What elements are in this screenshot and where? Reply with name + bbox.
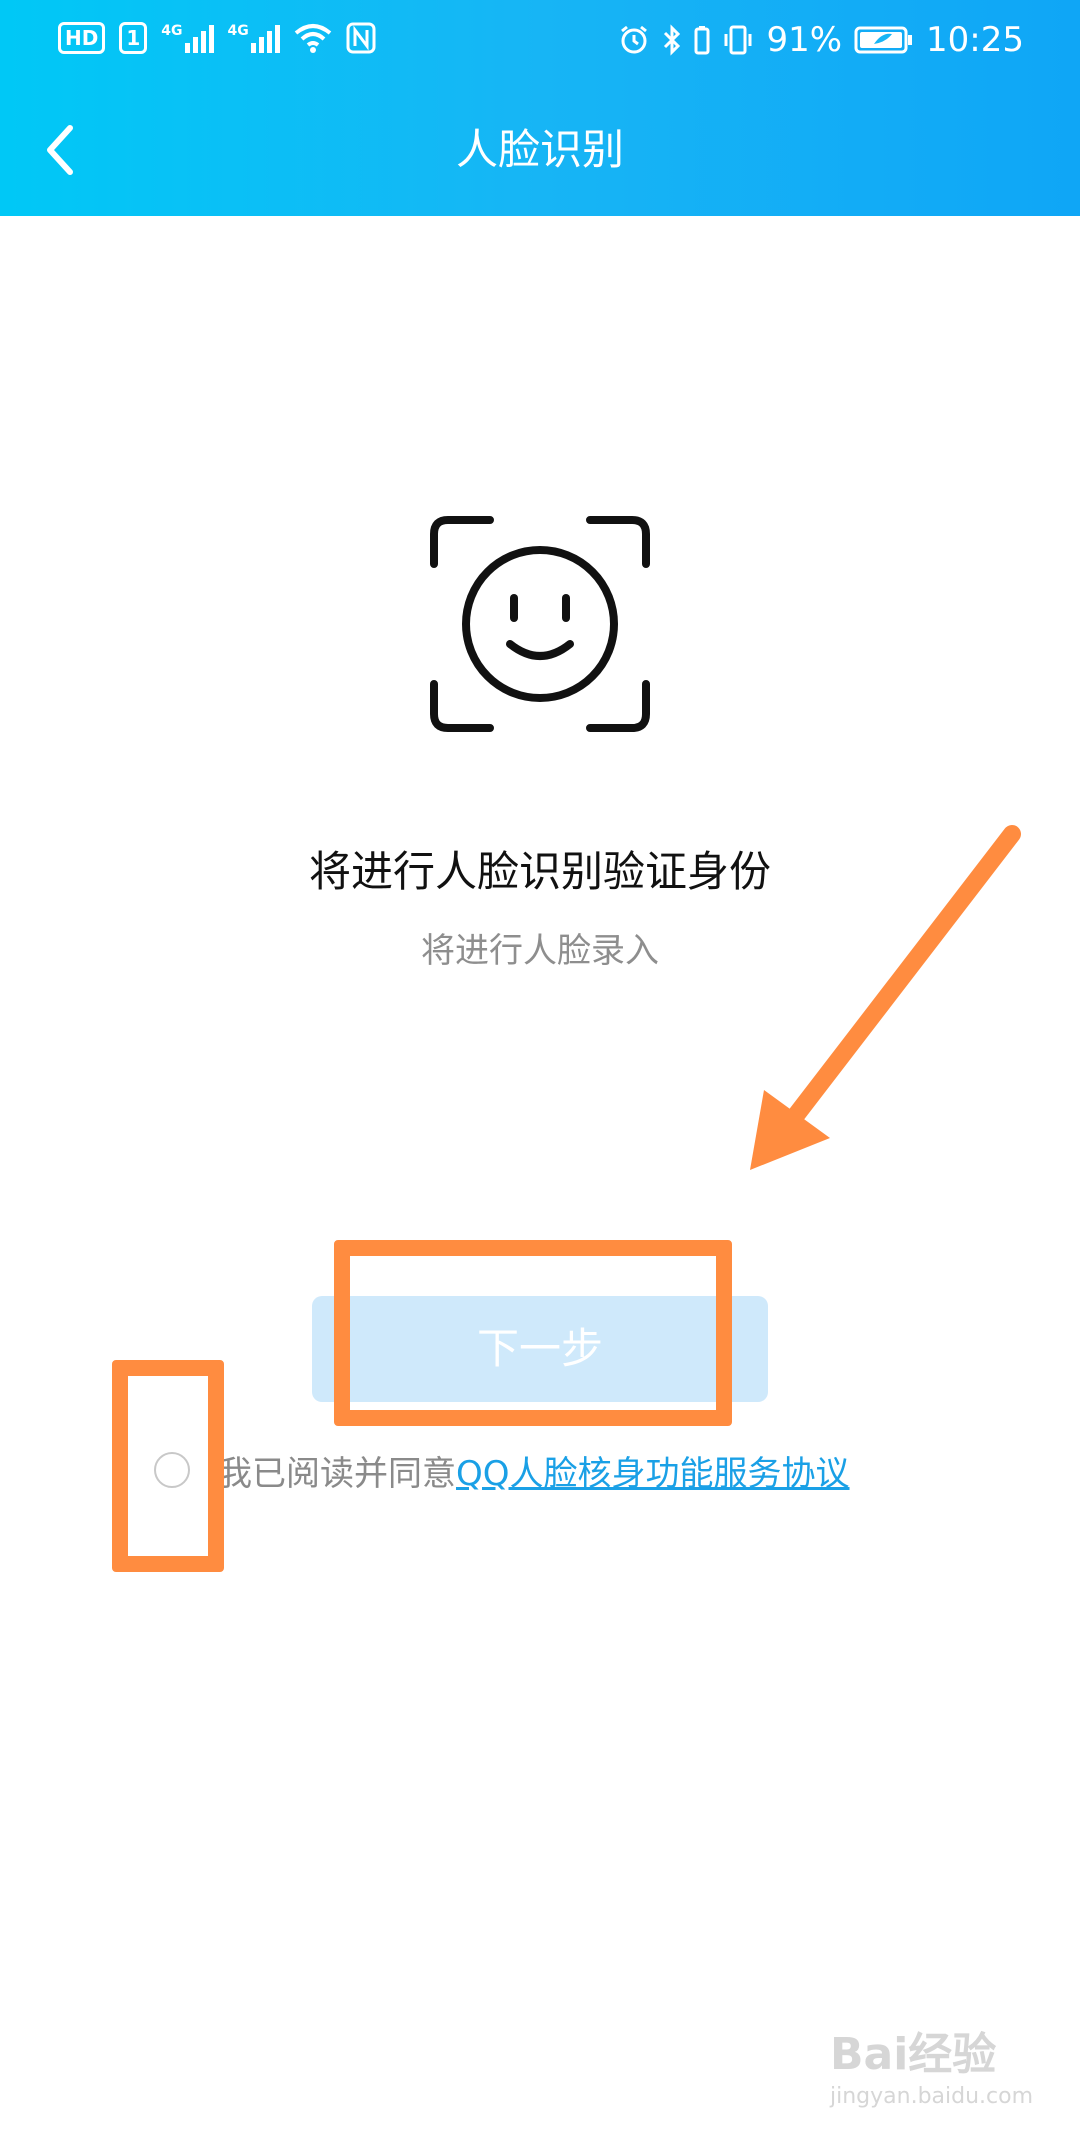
watermark-brand: Bai经验: [830, 2029, 997, 2080]
bluetooth-icon: [664, 24, 681, 56]
nfc-icon: [346, 22, 376, 54]
sim-icon: 1: [119, 22, 148, 54]
app-header: HD 1 4G 4G 91% 10:25 人脸识别: [0, 0, 1080, 216]
watermark: Bai经验 jingyan.baidu.com: [830, 2018, 1060, 2118]
annotation-arrow-icon: [750, 825, 1021, 1170]
battery-percent: 91%: [766, 20, 843, 60]
clock: 10:25: [926, 20, 1024, 60]
watermark-url: jingyan.baidu.com: [830, 2084, 1034, 2109]
status-left: HD 1 4G 4G: [58, 22, 376, 54]
network-type-label: 4G: [161, 23, 183, 39]
battery-small-icon: [694, 26, 710, 55]
status-bar: HD 1 4G 4G 91% 10:25: [0, 0, 1080, 84]
wifi-icon: [294, 24, 332, 53]
annotation-box-button: [334, 1240, 732, 1426]
face-scan-icon: [430, 516, 650, 732]
hd-icon: HD: [58, 22, 106, 54]
agreement-row: 我已阅读并同意 QQ人脸核身功能服务协议: [154, 1440, 850, 1500]
page-title: 人脸识别: [455, 125, 624, 174]
annotation-box-radio: [112, 1360, 224, 1572]
agreement-link[interactable]: QQ人脸核身功能服务协议: [456, 1446, 850, 1495]
battery-icon: [854, 26, 913, 54]
agree-text: 我已阅读并同意: [218, 1453, 456, 1494]
alarm-icon: [621, 25, 648, 54]
vibrate-icon: [724, 25, 752, 55]
network-type-label: 4G: [227, 23, 249, 39]
status-right: 91% 10:25: [618, 20, 1024, 60]
signal-icon: 4G: [228, 23, 280, 53]
signal-icon: 4G: [161, 23, 214, 53]
